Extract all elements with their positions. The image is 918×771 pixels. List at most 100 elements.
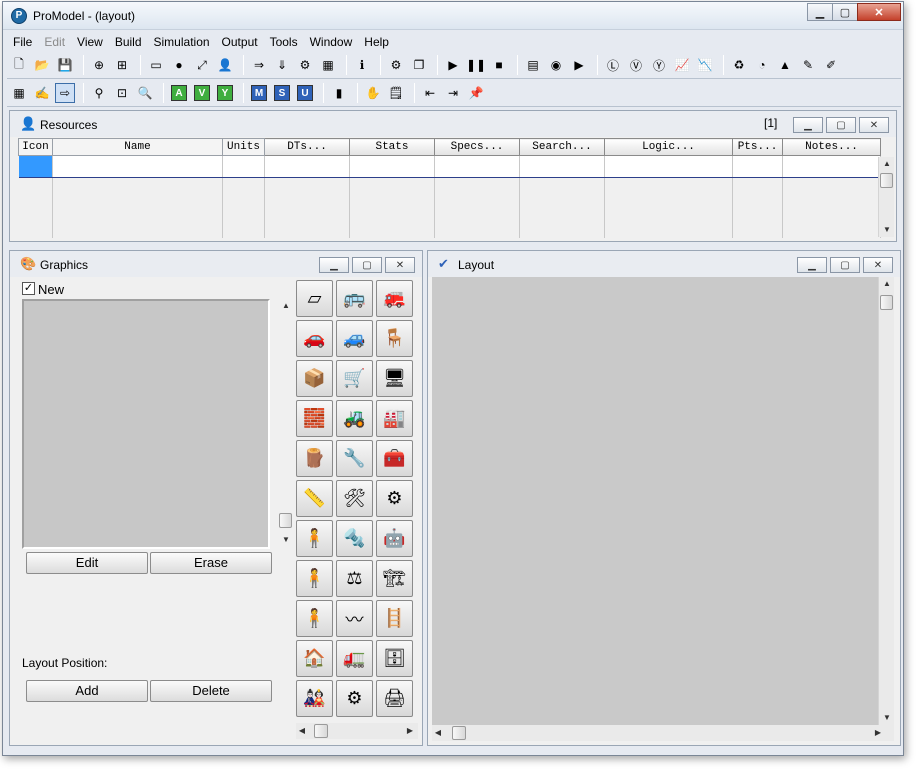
library-graphic-25[interactable]: 🧍 [296,600,333,637]
export-icon[interactable]: ⇥ [443,83,463,103]
goto-icon[interactable]: ⇨ [55,83,75,103]
column-header-specs[interactable]: Specs... [434,138,520,156]
library-graphic-15[interactable]: 🧰 [376,440,413,477]
column-header-logic[interactable]: Logic... [604,138,733,156]
library-graphic-26[interactable]: 〰 [336,600,373,637]
library-hscroll[interactable]: ◀ ▶ [296,723,418,739]
merge-model-icon[interactable]: ⊕ [89,55,109,75]
menu-help[interactable]: Help [358,33,395,51]
notes-icon[interactable]: 🗒 [386,83,406,103]
chart-alt-icon[interactable]: 📉 [695,55,715,75]
scroll-thumb[interactable] [880,295,893,310]
scroll-left-icon[interactable]: ◀ [432,726,444,740]
layout-hscroll[interactable]: ◀ ▶ [432,725,894,741]
column-header-stats[interactable]: Stats [349,138,435,156]
scenarios-icon[interactable]: ❐ [409,55,429,75]
pts-cell[interactable] [732,155,783,178]
y-button[interactable]: Y [215,83,235,103]
panel-maximize-button[interactable]: ▢ [352,257,382,273]
menu-file[interactable]: File [7,33,38,51]
library-graphic-6[interactable]: 🪑 [376,320,413,357]
library-graphic-29[interactable]: 🚛 [336,640,373,677]
panel-minimize-button[interactable]: ▁ [319,257,349,273]
v-view-icon[interactable]: Ⓥ [626,55,646,75]
edit-button[interactable]: Edit [26,552,148,574]
library-graphic-7[interactable]: 📦 [296,360,333,397]
stats-cell[interactable] [349,155,435,178]
library-graphic-18[interactable]: ⚙ [376,480,413,517]
specs-cell[interactable] [434,155,520,178]
scroll-right-icon[interactable]: ▶ [872,726,884,740]
a-button[interactable]: A [169,83,189,103]
entities-icon[interactable]: ● [169,55,189,75]
open-folder-icon[interactable]: 📂 [32,55,52,75]
library-graphic-30[interactable]: 🗄 [376,640,413,677]
scroll-left-icon[interactable]: ◀ [296,724,308,738]
library-graphic-21[interactable]: 🤖 [376,520,413,557]
column-header-dts[interactable]: DTs... [264,138,350,156]
scroll-up-icon[interactable]: ▲ [879,277,895,291]
logic-cell[interactable] [604,155,733,178]
library-graphic-10[interactable]: 🧱 [296,400,333,437]
library-graphic-16[interactable]: 📏 [296,480,333,517]
menu-edit[interactable]: Edit [38,33,71,51]
maximize-button[interactable]: ▢ [832,3,858,21]
resources-icon[interactable]: 👤 [215,55,235,75]
simrunner-icon[interactable]: ◉ [546,55,566,75]
minimize-button[interactable]: ▁ [807,3,833,21]
library-graphic-14[interactable]: 🔧 [336,440,373,477]
shifts-icon[interactable]: ⚙ [295,55,315,75]
library-graphic-20[interactable]: 🔩 [336,520,373,557]
s-button[interactable]: S [272,83,292,103]
units-cell[interactable] [222,155,265,178]
erase-button[interactable]: Erase [150,552,272,574]
stop-icon[interactable]: ■ [489,55,509,75]
library-graphic-3[interactable]: 🚒 [376,280,413,317]
chart-icon[interactable]: 📈 [672,55,692,75]
scroll-thumb[interactable] [880,173,893,188]
pause-icon[interactable]: ❚❚ [466,55,486,75]
processing-icon[interactable]: ⇒ [249,55,269,75]
scroll-right-icon[interactable]: ▶ [404,724,416,738]
library-graphic-1[interactable]: ▱ [296,280,333,317]
library-graphic-12[interactable]: 🏭 [376,400,413,437]
library-graphic-28[interactable]: 🏠 [296,640,333,677]
y-view-icon[interactable]: Ⓨ [649,55,669,75]
grid-icon[interactable]: ▦ [9,83,29,103]
library-graphic-5[interactable]: 🚙 [336,320,373,357]
lock-icon[interactable]: Ⓛ [603,55,623,75]
column-header-search[interactable]: Search... [519,138,605,156]
library-graphic-23[interactable]: ⚖ [336,560,373,597]
name-cell[interactable] [52,155,223,178]
layout-canvas[interactable] [432,277,888,725]
library-graphic-11[interactable]: 🚜 [336,400,373,437]
library-graphic-13[interactable]: 🪵 [296,440,333,477]
library-graphic-17[interactable]: 🛠 [336,480,373,517]
new-file-icon[interactable]: 🗋 [9,55,29,75]
icon-cell[interactable] [18,155,53,178]
tools-icon[interactable]: ✎ [798,55,818,75]
path-networks-icon[interactable]: ⤢ [192,55,212,75]
notes-cell[interactable] [782,155,881,178]
menu-window[interactable]: Window [304,33,359,51]
library-graphic-27[interactable]: 🪜 [376,600,413,637]
library-graphic-19[interactable]: 🧍 [296,520,333,557]
library-graphic-4[interactable]: 🚗 [296,320,333,357]
scroll-thumb[interactable] [452,726,466,740]
pin-icon[interactable]: 📌 [466,83,486,103]
view-trace-icon[interactable]: ▤ [523,55,543,75]
menu-simulation[interactable]: Simulation [148,33,216,51]
m-button[interactable]: M [249,83,269,103]
library-graphic-22[interactable]: 🧍 [296,560,333,597]
menu-build[interactable]: Build [109,33,148,51]
add-button[interactable]: Add [26,680,148,702]
import-icon[interactable]: ⇤ [420,83,440,103]
delete-button[interactable]: Delete [150,680,272,702]
library-vscroll[interactable] [276,280,292,528]
column-header-notes[interactable]: Notes... [782,138,881,156]
scroll-thumb[interactable] [314,724,328,738]
table-row[interactable] [18,155,881,178]
bookmark-icon[interactable]: ▮ [329,83,349,103]
library-graphic-2[interactable]: 🚌 [336,280,373,317]
stat-fit-icon[interactable]: ◔ [752,55,772,75]
